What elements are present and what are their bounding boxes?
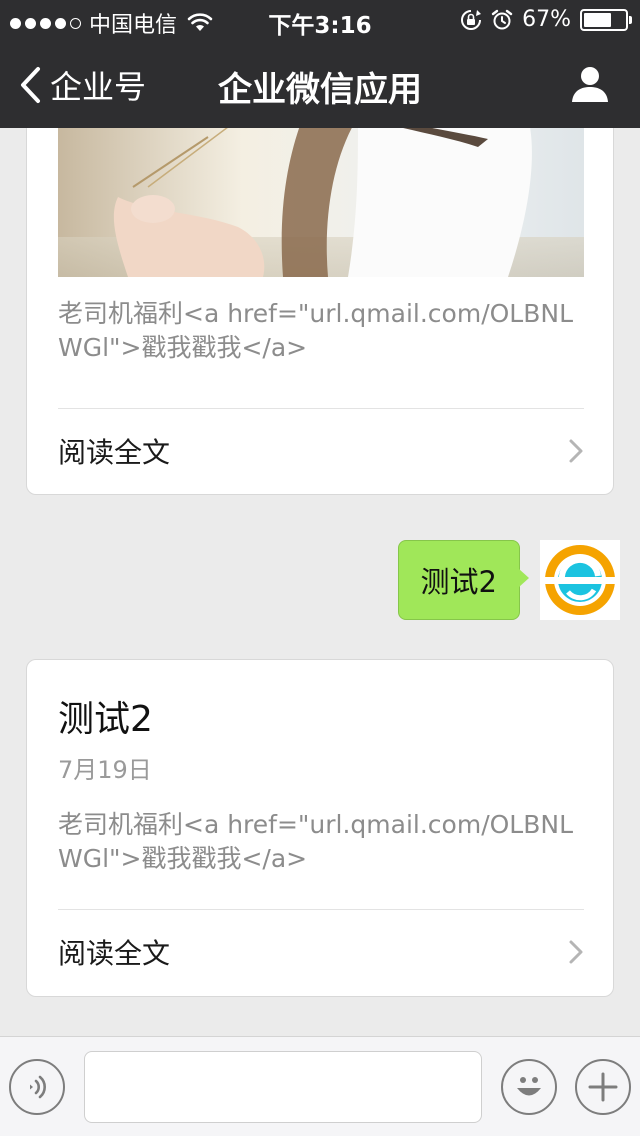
status-right: 67% <box>460 7 632 32</box>
navigation-bar: 企业号 企业微信应用 <box>0 40 640 128</box>
emoji-icon <box>517 1077 541 1096</box>
card-date: 7月19日 <box>58 756 152 784</box>
message-input[interactable] <box>84 1051 482 1123</box>
news-card[interactable]: 老司机福利<a href="url.qmail.com/OLBNLWGl">戳我… <box>26 128 614 495</box>
read-more-label: 阅读全文 <box>58 436 171 469</box>
voice-button[interactable] <box>9 1059 65 1115</box>
profile-icon[interactable] <box>570 64 610 104</box>
battery-icon <box>580 8 632 31</box>
battery-percent: 67% <box>522 7 571 32</box>
chat-area[interactable]: 老司机福利<a href="url.qmail.com/OLBNLWGl">戳我… <box>0 128 640 1035</box>
back-label: 企业号 <box>50 68 147 106</box>
read-more-link[interactable]: 阅读全文 <box>58 421 584 481</box>
emoji-button[interactable] <box>501 1059 557 1115</box>
news-card[interactable]: 测试2 7月19日 老司机福利<a href="url.qmail.com/OL… <box>26 659 614 997</box>
wechat-enterprise-chat-screen: 中国电信 下午3:16 67% 企业号 企业微信应用 老司机福利<a href=… <box>0 0 640 1136</box>
plus-button[interactable] <box>575 1059 631 1115</box>
sent-message-bubble[interactable]: 测试2 <box>397 540 530 620</box>
cover-image <box>58 128 584 277</box>
alarm-icon <box>491 9 513 29</box>
card-summary: 老司机福利<a href="url.qmail.com/OLBNLWGl">戳我… <box>58 299 574 362</box>
back-chevron-icon <box>21 67 40 103</box>
card-summary: 老司机福利<a href="url.qmail.com/OLBNLWGl">戳我… <box>58 810 574 873</box>
card-divider <box>58 408 584 409</box>
card-divider <box>58 909 584 910</box>
back-button[interactable]: 企业号 <box>18 62 146 108</box>
read-more-label: 阅读全文 <box>58 937 171 970</box>
chevron-right-icon <box>569 940 583 964</box>
plus-icon <box>588 1072 618 1102</box>
rotation-lock-icon <box>461 9 482 30</box>
sent-message-text: 测试2 <box>420 565 497 599</box>
avatar[interactable] <box>540 540 620 620</box>
input-bar <box>0 1036 640 1136</box>
status-bar: 中国电信 下午3:16 67% <box>0 0 640 40</box>
card-title: 测试2 <box>58 699 153 740</box>
read-more-link[interactable]: 阅读全文 <box>58 922 584 982</box>
battery-fill <box>584 12 611 27</box>
voice-icon <box>30 1075 46 1099</box>
sent-message-row: 测试2 <box>0 538 640 622</box>
chevron-right-icon <box>569 439 583 463</box>
